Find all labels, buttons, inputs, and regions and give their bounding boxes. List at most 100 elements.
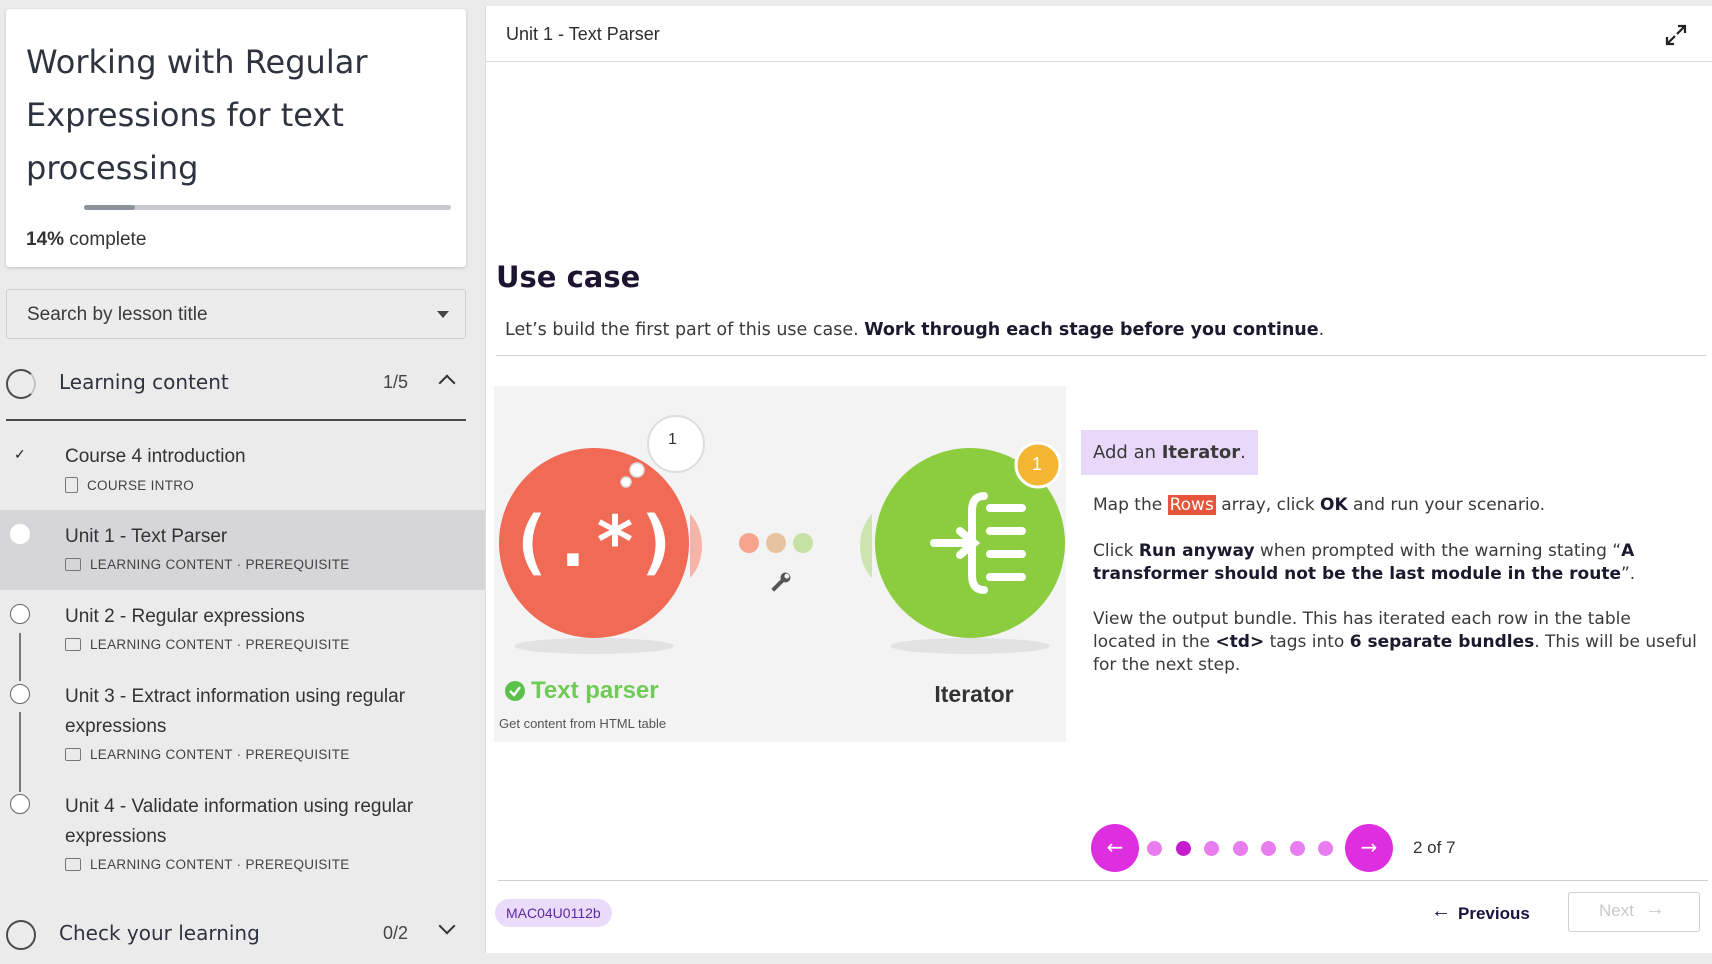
- lesson-code-badge: MAC04U0112b: [495, 899, 612, 927]
- lesson-meta: LEARNING CONTENT · PREREQUISITE: [65, 747, 350, 762]
- text-bold: 6 separate bundles: [1349, 632, 1535, 652]
- step-paragraph-3: View the output bundle. This has iterate…: [1093, 608, 1698, 677]
- route-dot: [793, 533, 813, 553]
- text-bold: Run anyway: [1138, 541, 1255, 561]
- text: Map the: [1093, 495, 1168, 515]
- arrow-left-icon: ←: [1431, 900, 1451, 922]
- unit-title: Unit 1 - Text Parser: [506, 24, 660, 44]
- expand-icon[interactable]: [1663, 22, 1689, 48]
- previous-label: Previous: [1458, 904, 1530, 923]
- slide-icon: [65, 558, 81, 571]
- arrow-left-icon: ←: [1106, 835, 1124, 859]
- slide-icon: [65, 858, 81, 871]
- lesson-item-unit-1[interactable]: Unit 1 - Text Parser LEARNING CONTENT · …: [0, 510, 485, 590]
- section-count: 0/2: [383, 923, 409, 943]
- lesson-meta-text: LEARNING CONTENT · PREREQUISITE: [90, 857, 350, 872]
- scenario-figure: (.*) 1 1 Text parser Get content from HT…: [494, 386, 1066, 742]
- lesson-name: Unit 2 - Regular expressions: [65, 606, 305, 627]
- lesson-name: Unit 1 - Text Parser: [65, 526, 228, 547]
- previous-button[interactable]: ← Previous: [1431, 896, 1541, 930]
- step-callout: Add an Iterator.: [1081, 430, 1258, 475]
- pager-dot[interactable]: [1147, 841, 1162, 856]
- lesson-meta: LEARNING CONTENT · PREREQUISITE: [65, 557, 350, 572]
- lesson-item-unit-3[interactable]: Unit 3 - Extract information using regul…: [0, 670, 485, 780]
- lesson-meta: LEARNING CONTENT · PREREQUISITE: [65, 637, 350, 652]
- route-dot: [766, 533, 786, 553]
- lesson-meta-text: LEARNING CONTENT · PREREQUISITE: [90, 747, 350, 762]
- text: and run your scenario.: [1347, 495, 1546, 515]
- intro-bold: Work through each stage before you conti…: [864, 320, 1319, 340]
- divider: [496, 355, 1706, 356]
- slide-icon: [65, 638, 81, 651]
- text: tags into: [1264, 632, 1350, 652]
- document-icon: [65, 477, 78, 493]
- step-paragraph-2: Click Run anyway when prompted with the …: [1093, 540, 1698, 586]
- pager-count: 2 of 7: [1413, 838, 1456, 857]
- callout-end: .: [1240, 442, 1246, 463]
- success-check-icon: [505, 681, 525, 701]
- connector-half-right: [860, 514, 872, 578]
- divider: [498, 880, 1708, 881]
- chevron-down-icon[interactable]: [438, 917, 456, 935]
- pager-dot[interactable]: [1175, 841, 1191, 856]
- text: Click: [1093, 541, 1139, 561]
- intro-text: Let’s build the first part of this use c…: [505, 320, 1324, 340]
- arrow-right-icon: →: [1645, 898, 1665, 920]
- intro-end: .: [1318, 320, 1325, 340]
- lesson-status-node: [10, 794, 30, 814]
- slide-icon: [65, 748, 81, 761]
- sidebar: Working with Regular Expressions for tex…: [0, 0, 485, 953]
- progress-bar: [84, 205, 451, 210]
- pager-dot[interactable]: [1204, 841, 1219, 856]
- bubble-tiny: [620, 476, 632, 488]
- lesson-name: Course 4 introduction: [65, 446, 246, 467]
- callout-plain: Add an: [1093, 442, 1162, 463]
- step-paragraph-1: Map the Rows array, click OK and run you…: [1093, 494, 1698, 517]
- course-title: Working with Regular Expressions for tex…: [26, 43, 368, 187]
- progress-percent: 14%: [26, 229, 65, 250]
- text-bold: OK: [1320, 495, 1348, 515]
- section-header-check-your-learning[interactable]: Check your learning 0/2: [0, 908, 466, 964]
- pager-dot[interactable]: [1232, 841, 1248, 856]
- wrench-icon[interactable]: [769, 570, 792, 593]
- connector-half-left: [690, 514, 702, 578]
- section-divider: [6, 419, 466, 421]
- callout-bold: Iterator: [1161, 442, 1241, 463]
- text: array, click: [1215, 495, 1320, 515]
- progress-bar-fill: [84, 205, 136, 210]
- search-placeholder: Search by lesson title: [27, 304, 208, 325]
- pager-dot[interactable]: [1318, 841, 1333, 856]
- operation-badge-count: 1: [1032, 454, 1043, 474]
- rows-highlight: Rows: [1167, 495, 1216, 515]
- lesson-meta: LEARNING CONTENT · PREREQUISITE: [65, 857, 350, 872]
- lesson-status-node: [10, 524, 30, 544]
- text: when prompted with the warning stating “: [1254, 541, 1622, 561]
- lesson-item-unit-4[interactable]: Unit 4 - Validate information using regu…: [0, 780, 485, 890]
- operation-bubble-count: 1: [668, 431, 677, 448]
- lesson-item-course-intro[interactable]: Course 4 introduction COURSE INTRO: [0, 432, 485, 510]
- lesson-top-bar: Unit 1 - Text Parser: [486, 6, 1712, 62]
- pager-prev-button[interactable]: ←: [1091, 824, 1139, 872]
- lesson-item-unit-2[interactable]: Unit 2 - Regular expressions LEARNING CO…: [0, 590, 485, 670]
- pager-next-button[interactable]: →: [1345, 824, 1393, 872]
- next-button[interactable]: Next →: [1568, 892, 1700, 932]
- text-bold: <td>: [1215, 632, 1265, 652]
- lesson-meta: COURSE INTRO: [65, 477, 194, 493]
- lesson-meta-text: LEARNING CONTENT · PREREQUISITE: [90, 557, 350, 572]
- bubble-small: [629, 462, 645, 478]
- lesson-status-node: [10, 684, 30, 704]
- chevron-up-icon[interactable]: [438, 374, 456, 392]
- pager-dot[interactable]: [1261, 841, 1276, 856]
- text-parser-sublabel: Get content from HTML table: [499, 716, 667, 731]
- progress-text: 14% complete: [26, 229, 146, 251]
- lesson-meta-text: COURSE INTRO: [87, 478, 195, 493]
- lesson-name: Unit 4 - Validate information using regu…: [65, 796, 414, 847]
- text: ”.: [1621, 564, 1636, 584]
- section-count: 1/5: [383, 372, 409, 392]
- pager-dot[interactable]: [1289, 841, 1305, 856]
- section-progress-ring-icon: [6, 369, 36, 399]
- check-icon: [10, 446, 30, 466]
- lesson-status-node: [10, 604, 30, 624]
- lesson-search-select[interactable]: Search by lesson title: [6, 289, 466, 339]
- section-header-learning-content[interactable]: Learning content 1/5: [0, 357, 466, 413]
